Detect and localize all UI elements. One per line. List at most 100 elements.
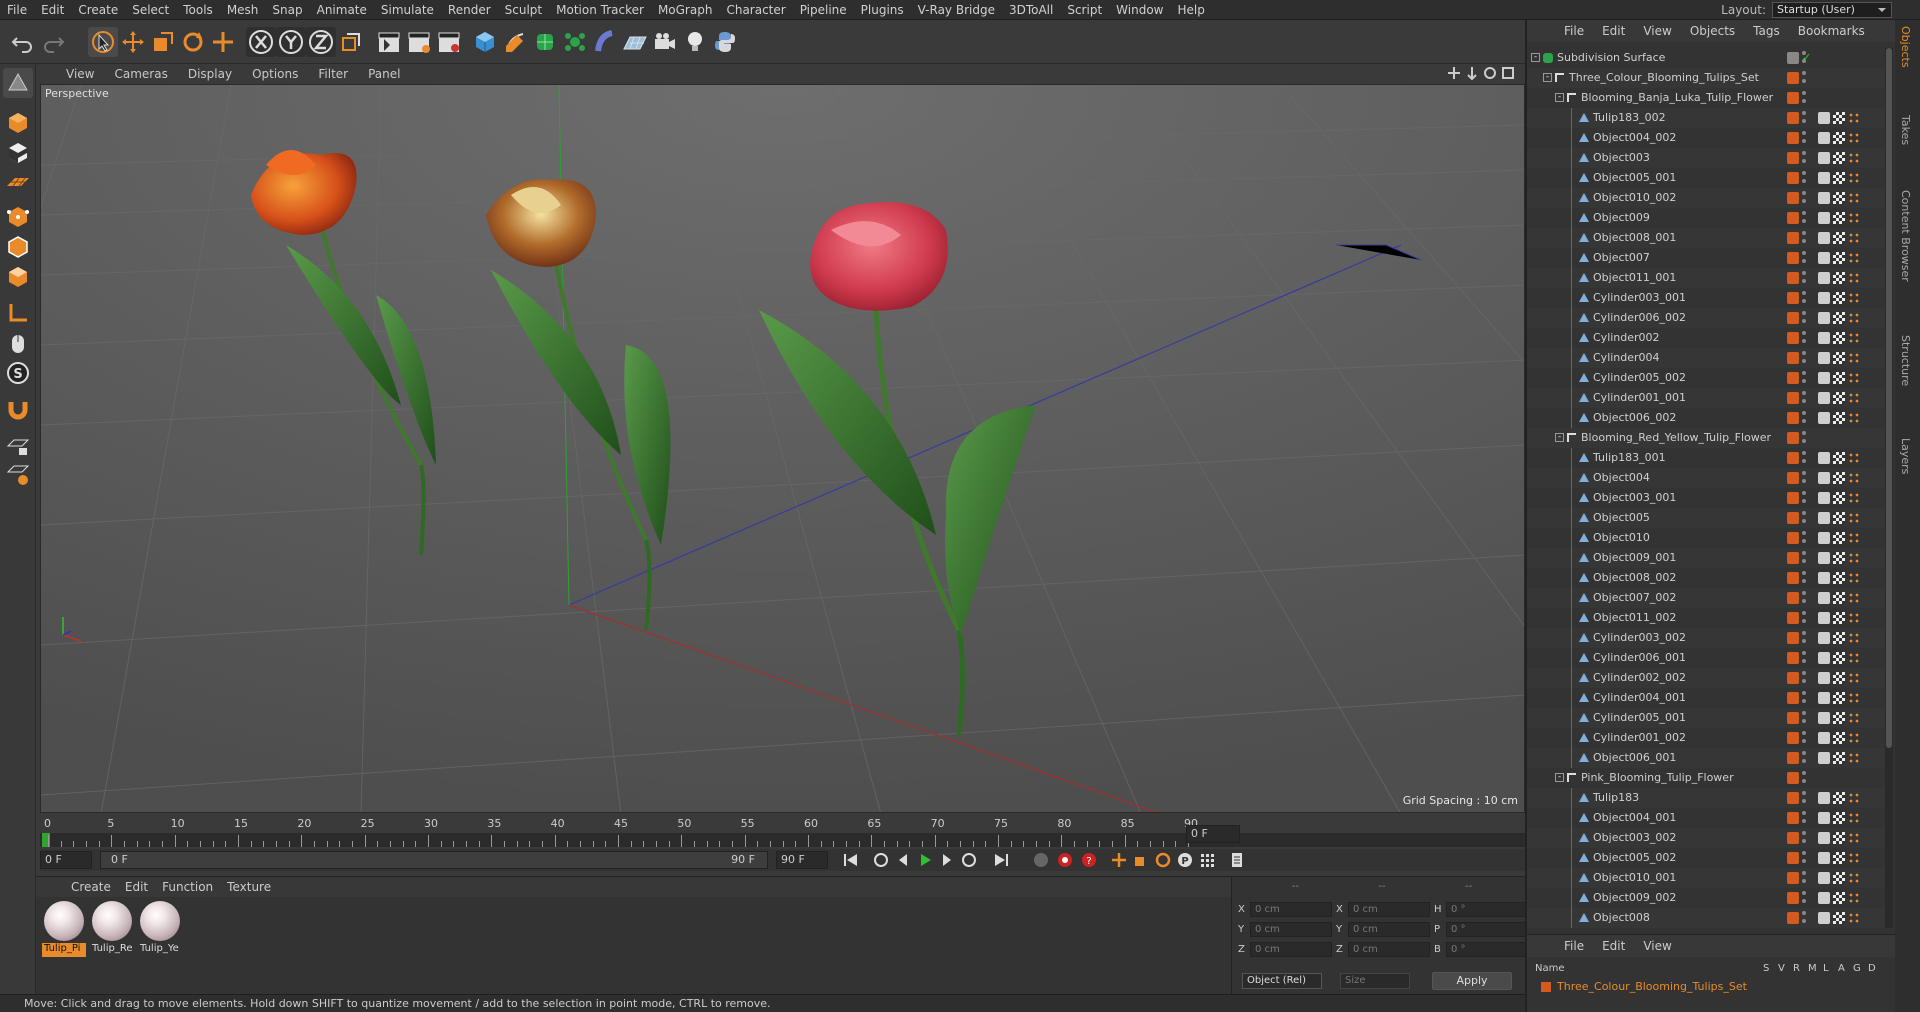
phong-tag-icon[interactable]	[1818, 172, 1830, 184]
layer-dot[interactable]	[1787, 632, 1799, 644]
texture-tag-icon[interactable]	[1833, 112, 1845, 124]
viewport-menu-view[interactable]: View	[56, 67, 104, 81]
editor-visibility-dot[interactable]	[1802, 511, 1806, 515]
object-row[interactable]: Object011_001	[1527, 268, 1885, 288]
texture-tag-icon[interactable]	[1833, 792, 1845, 804]
edges-mode-button[interactable]	[3, 232, 33, 262]
material-tag-icon[interactable]	[1848, 192, 1860, 204]
layer-dot[interactable]	[1787, 772, 1799, 784]
render-visibility-dot[interactable]	[1802, 899, 1806, 903]
render-visibility-dot[interactable]	[1802, 219, 1806, 223]
render-visibility-dot[interactable]	[1802, 599, 1806, 603]
material-tag-icon[interactable]	[1848, 152, 1860, 164]
coordinate-mode-dropdown[interactable]: Object (Rel)	[1242, 973, 1322, 989]
editor-visibility-dot[interactable]	[1802, 91, 1806, 95]
texture-tag-icon[interactable]	[1833, 632, 1845, 644]
material-tag-icon[interactable]	[1848, 472, 1860, 484]
render-visibility-dot[interactable]	[1802, 659, 1806, 663]
phong-tag-icon[interactable]	[1818, 552, 1830, 564]
light-button[interactable]	[680, 27, 710, 57]
editor-visibility-dot[interactable]	[1802, 491, 1806, 495]
material-menu-function[interactable]: Function	[155, 880, 220, 894]
object-row[interactable]: Object007_002	[1527, 588, 1885, 608]
object-row[interactable]: Object008_002	[1527, 568, 1885, 588]
collapse-toggle-icon[interactable]: -	[1555, 433, 1564, 442]
tweak-mode-button[interactable]	[3, 328, 33, 358]
layer-dot[interactable]	[1787, 372, 1799, 384]
render-visibility-dot[interactable]	[1802, 339, 1806, 343]
coordinate-input[interactable]: 0 cm	[1348, 921, 1430, 937]
render-visibility-dot[interactable]	[1802, 239, 1806, 243]
editor-visibility-dot[interactable]	[1802, 831, 1806, 835]
points-mode-button[interactable]	[3, 202, 33, 232]
layer-dot[interactable]	[1787, 212, 1799, 224]
key-parameter-button[interactable]: P	[1174, 849, 1196, 871]
enable-check-icon[interactable]: ✓	[1802, 52, 1814, 64]
coordinate-input[interactable]: 0 cm	[1348, 941, 1430, 957]
material-tag-icon[interactable]	[1848, 452, 1860, 464]
phong-tag-icon[interactable]	[1818, 732, 1830, 744]
editor-visibility-dot[interactable]	[1802, 271, 1806, 275]
texture-tag-icon[interactable]	[1833, 652, 1845, 664]
editor-visibility-dot[interactable]	[1802, 531, 1806, 535]
render-visibility-dot[interactable]	[1802, 179, 1806, 183]
editor-visibility-dot[interactable]	[1802, 291, 1806, 295]
render-visibility-dot[interactable]	[1802, 699, 1806, 703]
render-visibility-dot[interactable]	[1802, 519, 1806, 523]
material-tag-icon[interactable]	[1848, 212, 1860, 224]
layer-dot[interactable]	[1787, 132, 1799, 144]
layer-dot[interactable]	[1787, 52, 1799, 64]
layer-dot[interactable]	[1787, 552, 1799, 564]
texture-tag-icon[interactable]	[1833, 472, 1845, 484]
render-visibility-dot[interactable]	[1802, 499, 1806, 503]
editor-visibility-dot[interactable]	[1802, 211, 1806, 215]
live-selection-button[interactable]	[88, 27, 118, 57]
render-visibility-dot[interactable]	[1802, 539, 1806, 543]
object-row[interactable]: Object010_001	[1527, 868, 1885, 888]
key-rotation-button[interactable]	[1152, 849, 1174, 871]
workplane-mode-button[interactable]	[3, 168, 33, 198]
menu-mesh[interactable]: Mesh	[220, 0, 266, 20]
render-visibility-dot[interactable]	[1802, 359, 1806, 363]
z-axis-lock-button[interactable]	[306, 27, 336, 57]
redo-button[interactable]	[38, 27, 68, 57]
editor-visibility-dot[interactable]	[1802, 331, 1806, 335]
object-menu-objects[interactable]: Objects	[1681, 24, 1744, 38]
material-tag-icon[interactable]	[1848, 752, 1860, 764]
material-tag-icon[interactable]	[1848, 392, 1860, 404]
render-visibility-dot[interactable]	[1802, 319, 1806, 323]
material-tag-icon[interactable]	[1848, 592, 1860, 604]
editor-visibility-dot[interactable]	[1802, 791, 1806, 795]
texture-tag-icon[interactable]	[1833, 492, 1845, 504]
viewport-solo-hierarchy-button[interactable]	[3, 460, 33, 490]
menu-motion-tracker[interactable]: Motion Tracker	[549, 0, 651, 20]
object-row[interactable]: Object004_001	[1527, 808, 1885, 828]
layout-dropdown[interactable]: Startup (User)	[1772, 2, 1892, 18]
editor-visibility-dot[interactable]	[1802, 391, 1806, 395]
editor-visibility-dot[interactable]	[1802, 871, 1806, 875]
model-mode-button[interactable]	[3, 108, 33, 138]
object-row[interactable]: Cylinder002	[1527, 328, 1885, 348]
next-key-button[interactable]	[958, 849, 980, 871]
menu-help[interactable]: Help	[1170, 0, 1211, 20]
layer-dot[interactable]	[1787, 232, 1799, 244]
menu-plugins[interactable]: Plugins	[854, 0, 911, 20]
phong-tag-icon[interactable]	[1818, 652, 1830, 664]
material-tag-icon[interactable]	[1848, 732, 1860, 744]
phong-tag-icon[interactable]	[1818, 892, 1830, 904]
render-visibility-dot[interactable]	[1802, 639, 1806, 643]
make-editable-button[interactable]	[3, 68, 33, 98]
menu-pipeline[interactable]: Pipeline	[793, 0, 854, 20]
x-axis-lock-button[interactable]	[246, 27, 276, 57]
editor-visibility-dot[interactable]	[1802, 231, 1806, 235]
texture-tag-icon[interactable]	[1833, 412, 1845, 424]
layer-dot[interactable]	[1787, 452, 1799, 464]
menu-edit[interactable]: Edit	[34, 0, 71, 20]
layer-dot[interactable]	[1787, 912, 1799, 924]
editor-visibility-dot[interactable]	[1802, 171, 1806, 175]
editor-visibility-dot[interactable]	[1802, 571, 1806, 575]
render-visibility-dot[interactable]	[1802, 779, 1806, 783]
editor-visibility-dot[interactable]	[1802, 851, 1806, 855]
current-frame-field[interactable]: 0 F	[40, 851, 92, 869]
material-tag-icon[interactable]	[1848, 852, 1860, 864]
